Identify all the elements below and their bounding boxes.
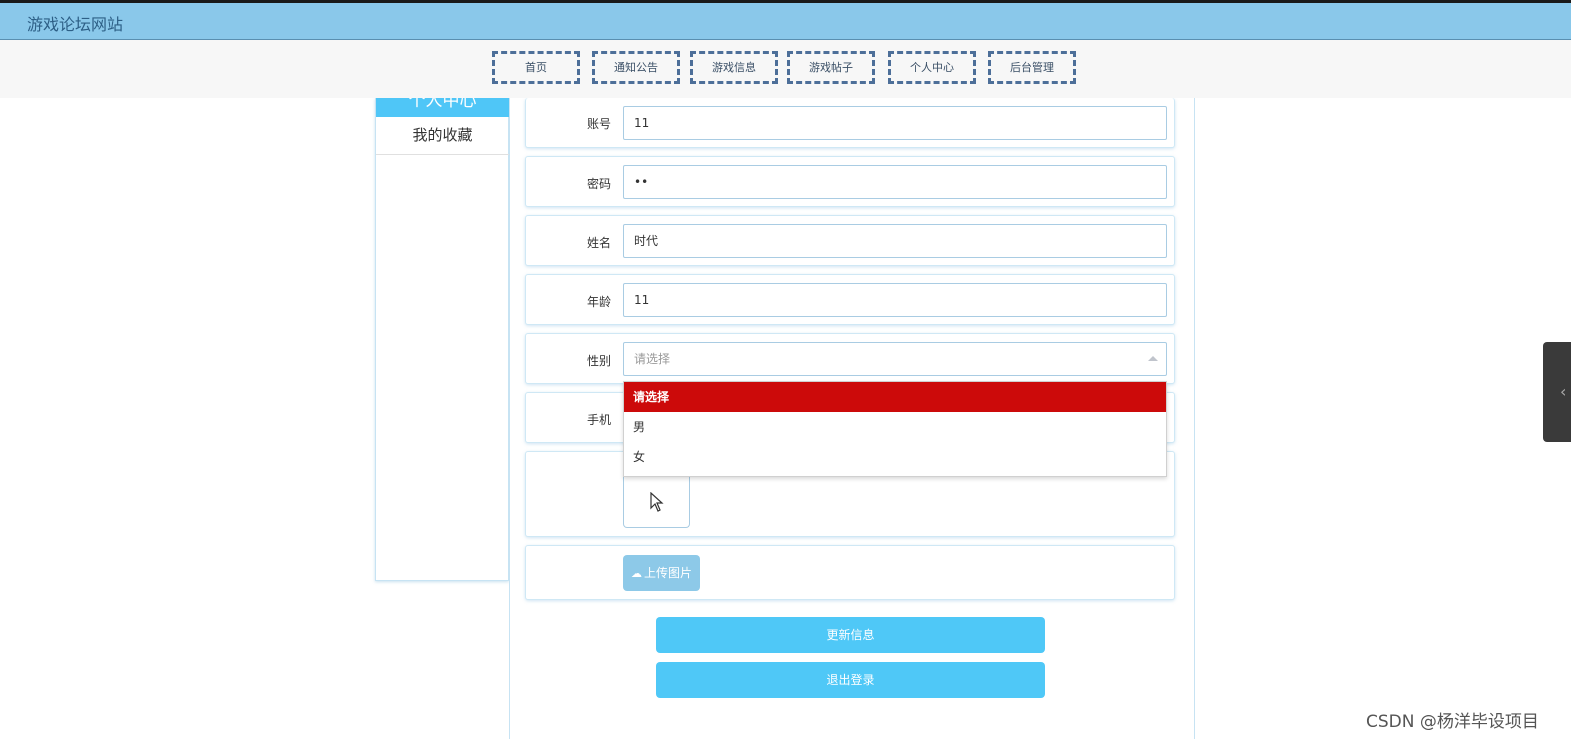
name-label: 姓名 bbox=[586, 236, 611, 250]
main-navigation: 首页 通知公告 游戏信息 游戏帖子 个人中心 后台管理 bbox=[0, 40, 1571, 98]
sidebar-item-personal-center[interactable]: 个人中心 bbox=[376, 98, 509, 117]
sidebar-item-label: 个人中心 bbox=[408, 98, 477, 111]
gender-label: 性别 bbox=[586, 354, 611, 368]
password-input[interactable]: •• bbox=[623, 165, 1167, 199]
sidebar: 个人中心 我的收藏 bbox=[375, 98, 509, 581]
age-input[interactable]: 11 bbox=[623, 283, 1167, 317]
logout-button[interactable]: 退出登录 bbox=[656, 662, 1045, 698]
nav-admin[interactable]: 后台管理 bbox=[988, 51, 1076, 84]
account-input[interactable]: 11 bbox=[623, 106, 1167, 140]
form-row-gender: 性别 请选择 bbox=[525, 333, 1175, 384]
nav-home[interactable]: 首页 bbox=[492, 51, 580, 84]
update-info-button[interactable]: 更新信息 bbox=[656, 617, 1045, 653]
nav-announcements[interactable]: 通知公告 bbox=[592, 51, 680, 84]
form-row-account: 账号 11 bbox=[525, 98, 1175, 148]
cloud-upload-icon: ☁ bbox=[630, 567, 642, 580]
nav-game-posts[interactable]: 游戏帖子 bbox=[787, 51, 875, 84]
form-row-password: 密码 •• bbox=[525, 156, 1175, 207]
site-title[interactable]: 游戏论坛网站 bbox=[27, 11, 123, 35]
chevron-up-icon bbox=[1148, 356, 1158, 361]
gender-dropdown-menu: 请选择 男 女 bbox=[623, 381, 1167, 477]
chevron-left-icon: ‹ bbox=[1560, 382, 1567, 401]
gender-option-female[interactable]: 女 bbox=[624, 442, 1166, 472]
top-header-bar: 游戏论坛网站 bbox=[0, 0, 1571, 40]
account-label: 账号 bbox=[586, 117, 611, 131]
gender-select-placeholder: 请选择 bbox=[634, 352, 671, 366]
nav-personal-center[interactable]: 个人中心 bbox=[888, 51, 976, 84]
avatar-image-preview[interactable] bbox=[623, 470, 690, 528]
age-label: 年龄 bbox=[586, 295, 611, 309]
upload-image-label: 上传图片 bbox=[643, 566, 692, 580]
mouse-cursor-icon bbox=[650, 492, 664, 512]
gender-select[interactable]: 请选择 bbox=[623, 342, 1167, 376]
password-label: 密码 bbox=[586, 177, 611, 191]
name-input[interactable]: 时代 bbox=[623, 224, 1167, 258]
side-panel-toggle[interactable]: ‹ bbox=[1543, 342, 1571, 442]
upload-image-button[interactable]: ☁ 上传图片 bbox=[623, 555, 700, 591]
form-row-name: 姓名 时代 bbox=[525, 215, 1175, 266]
watermark: CSDN @杨洋毕设项目 bbox=[1366, 712, 1539, 732]
gender-option-placeholder[interactable]: 请选择 bbox=[624, 382, 1166, 412]
gender-option-male[interactable]: 男 bbox=[624, 412, 1166, 442]
form-row-age: 年龄 11 bbox=[525, 274, 1175, 325]
nav-game-info[interactable]: 游戏信息 bbox=[690, 51, 778, 84]
phone-label: 手机 bbox=[586, 413, 611, 427]
sidebar-item-favorites[interactable]: 我的收藏 bbox=[376, 117, 509, 155]
